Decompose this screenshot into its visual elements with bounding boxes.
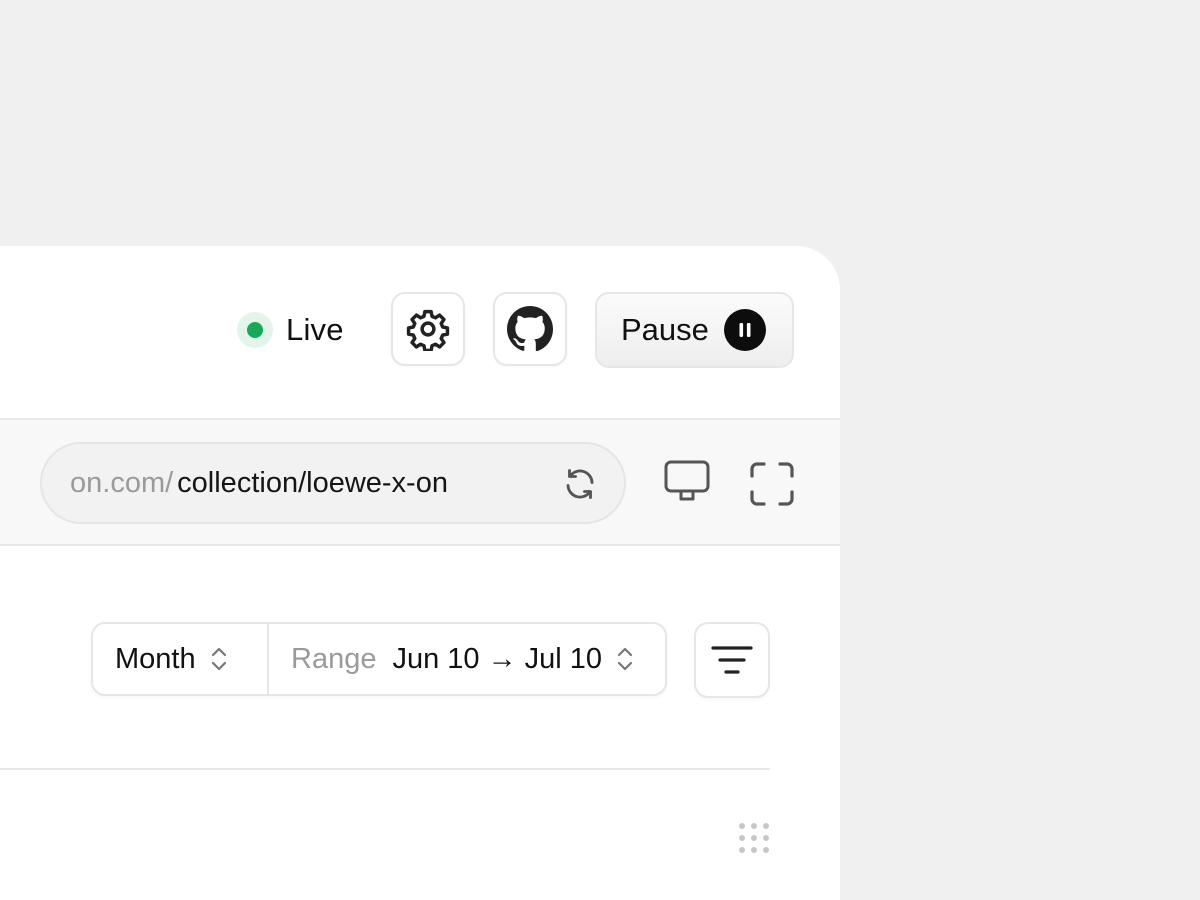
chevron-updown-icon [617,647,633,671]
monitor-icon[interactable] [663,458,711,506]
live-label: Live [286,312,344,347]
chevron-updown-icon [211,647,226,671]
live-status: Live [237,311,344,349]
github-icon [507,306,554,352]
live-indicator [237,312,273,348]
fullscreen-icon[interactable] [748,460,796,508]
settings-button[interactable] [391,292,465,366]
range-label: Range [291,642,377,675]
pause-icon [723,309,766,351]
range-select[interactable]: Range Jun 10 → Jul 10 [269,643,634,676]
drag-handle-icon[interactable] [738,822,770,854]
url-host: on.com/ [70,466,174,499]
section-divider [0,768,770,770]
github-button[interactable] [493,292,567,366]
period-value: Month [115,642,196,675]
app-window: Live Pause on.com/ collection/loewe-x-on… [0,246,840,900]
pause-label: Pause [621,312,709,347]
range-value: Jun 10 → Jul 10 [392,642,603,675]
date-filter-group: Month Range Jun 10 → Jul 10 [91,622,667,696]
filter-icon [711,646,753,674]
url-path: collection/loewe-x-on [177,466,448,499]
pause-button[interactable]: Pause [595,292,794,368]
url-field[interactable]: on.com/ collection/loewe-x-on [40,442,626,524]
refresh-icon[interactable] [562,466,598,502]
filter-button[interactable] [694,622,770,698]
address-bar-row: on.com/ collection/loewe-x-on [0,418,840,546]
gear-icon [406,309,450,351]
top-bar: Live Pause [0,246,840,418]
live-dot [247,322,263,338]
period-select[interactable]: Month [93,624,269,694]
